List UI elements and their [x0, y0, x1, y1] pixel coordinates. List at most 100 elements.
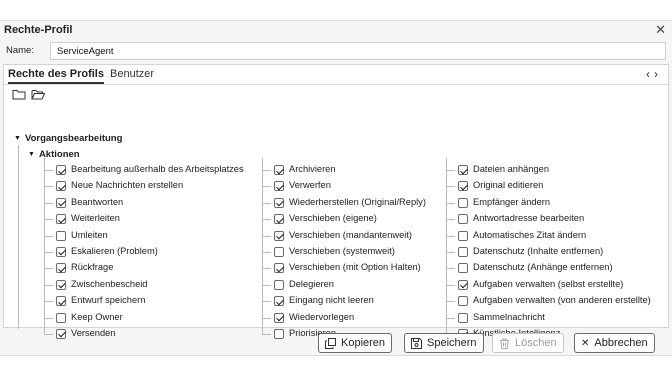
copy-button[interactable]: Kopieren — [318, 333, 393, 353]
tree-branch-line — [44, 235, 53, 237]
permission-label: Wiedervorlegen — [289, 311, 355, 322]
permission-checkbox[interactable] — [56, 263, 66, 274]
cancel-label: Abbrechen — [594, 337, 648, 349]
permission-checkbox[interactable] — [56, 312, 66, 323]
subgroup-label: Aktionen — [38, 149, 80, 160]
permission-checkbox[interactable] — [458, 246, 468, 257]
permission-label: Zwischenbescheid — [71, 278, 148, 289]
permission-checkbox[interactable] — [458, 214, 468, 225]
tree-branch-line — [262, 202, 271, 204]
tree-branch-line — [262, 317, 271, 319]
permission-checkbox[interactable] — [56, 230, 66, 241]
tree-line — [44, 158, 45, 335]
tree-branch-line — [446, 268, 455, 270]
permission-label: Verschieben (mit Option Halten) — [289, 262, 421, 273]
permission-checkbox[interactable] — [274, 312, 284, 323]
tree-branch-line — [262, 219, 271, 221]
tree-branch-line — [446, 219, 455, 221]
trash-icon — [500, 338, 509, 349]
permission-checkbox[interactable] — [458, 263, 468, 274]
permission-label: Sammelnachricht — [473, 311, 545, 322]
tree-branch-line — [446, 251, 455, 253]
save-label: Speichern — [427, 337, 477, 349]
tree-branch-line — [44, 301, 53, 303]
permission-label: Verschieben (eigene) — [289, 213, 377, 224]
tree-branch-line — [262, 170, 271, 171]
permission-label: Datenschutz (Inhalte entfernen) — [473, 245, 604, 256]
permission-checkbox[interactable] — [56, 214, 66, 225]
rights-panel: Rechte des Profils Benutzer ‹› ▼ Vorgangs… — [3, 64, 669, 339]
permission-checkbox[interactable] — [458, 230, 468, 241]
folder-toolbar — [12, 88, 47, 102]
save-icon — [411, 337, 422, 349]
permission-checkbox[interactable] — [458, 197, 468, 208]
permission-checkbox[interactable] — [458, 312, 468, 323]
permission-checkbox[interactable] — [56, 197, 66, 208]
permission-label: Entwurf speichern — [71, 295, 146, 306]
permission-checkbox[interactable] — [274, 246, 284, 257]
tree-line — [18, 145, 19, 329]
permission-checkbox[interactable] — [274, 165, 284, 175]
rechte-profil-dialog: Rechte-Profil ✕ Name: Rechte des Profils… — [0, 20, 672, 356]
tree-branch-line — [262, 186, 271, 188]
name-input[interactable] — [50, 42, 666, 60]
chevron-right-icon[interactable]: › — [654, 67, 662, 81]
tree-group-vorgangsbearbeitung[interactable]: ▼ Vorgangsbearbeitung — [14, 133, 122, 144]
button-bar: Kopieren Speichern Löschen ✕ Abbrechen — [0, 333, 672, 355]
tree-branch-line — [44, 317, 53, 319]
permission-checkbox[interactable] — [56, 246, 66, 257]
save-button[interactable]: Speichern — [404, 333, 484, 353]
permission-checkbox[interactable] — [274, 230, 284, 241]
folder-closed-icon[interactable] — [12, 88, 26, 100]
permission-checkbox[interactable] — [458, 279, 468, 290]
permission-label: Bearbeitung außerhalb des Arbeitsplatzes — [71, 164, 244, 174]
permission-checkbox[interactable] — [274, 181, 284, 192]
tree-branch-line — [262, 251, 271, 253]
tree-branch-line — [44, 251, 53, 253]
permission-label: Neue Nachrichten erstellen — [71, 180, 184, 191]
tree-branch-line — [446, 301, 455, 303]
copy-icon — [325, 337, 336, 349]
permission-label: Beantworten — [71, 196, 124, 207]
tree-subgroup-aktionen[interactable]: ▼ Aktionen — [28, 149, 80, 160]
permission-checkbox[interactable] — [56, 165, 66, 175]
tree-branch-line — [446, 186, 455, 188]
delete-button[interactable]: Löschen — [492, 333, 564, 353]
permission-checkbox[interactable] — [56, 279, 66, 290]
permission-label: Empfänger ändern — [473, 196, 551, 207]
name-label: Name: — [6, 45, 34, 56]
permission-checkbox[interactable] — [274, 214, 284, 225]
tree-branch-line — [446, 317, 455, 319]
tree-branch-line — [446, 284, 455, 286]
permission-label: Weiterleiten — [71, 213, 120, 224]
permission-checkbox[interactable] — [458, 165, 468, 175]
cancel-button[interactable]: ✕ Abbrechen — [574, 333, 655, 353]
permission-label: Aufgaben verwalten (von anderen erstellt… — [473, 295, 651, 306]
permission-label: Verwerfen — [289, 180, 331, 191]
permission-checkbox[interactable] — [274, 296, 284, 307]
permission-checkbox[interactable] — [458, 181, 468, 192]
tree-branch-line — [262, 301, 271, 303]
tree-branch-line — [446, 235, 455, 237]
group-label: Vorgangsbearbeitung — [24, 133, 123, 144]
permission-label: Automatisches Zitat ändern — [473, 229, 587, 240]
tree-branch-line — [262, 284, 271, 286]
tree-branch-line — [262, 235, 271, 237]
permission-checkbox[interactable] — [56, 296, 66, 307]
permission-checkbox[interactable] — [274, 279, 284, 290]
chevron-left-icon[interactable]: ‹ — [646, 67, 654, 81]
tree-branch-line — [44, 284, 53, 286]
caret-down-icon[interactable]: ▼ — [14, 135, 21, 142]
tab-benutzer[interactable]: Benutzer — [110, 68, 154, 80]
permission-label: Eingang nicht leeren — [289, 295, 374, 306]
permission-checkbox[interactable] — [56, 181, 66, 192]
delete-label: Löschen — [515, 337, 557, 349]
permission-checkbox[interactable] — [274, 197, 284, 208]
name-row: Name: — [0, 41, 672, 61]
permission-checkbox[interactable] — [274, 263, 284, 274]
permission-checkbox[interactable] — [458, 296, 468, 307]
tab-rechte-des-profils[interactable]: Rechte des Profils — [8, 68, 104, 84]
folder-open-icon[interactable] — [31, 88, 45, 100]
close-icon[interactable]: ✕ — [655, 23, 666, 37]
caret-down-icon[interactable]: ▼ — [28, 151, 35, 158]
